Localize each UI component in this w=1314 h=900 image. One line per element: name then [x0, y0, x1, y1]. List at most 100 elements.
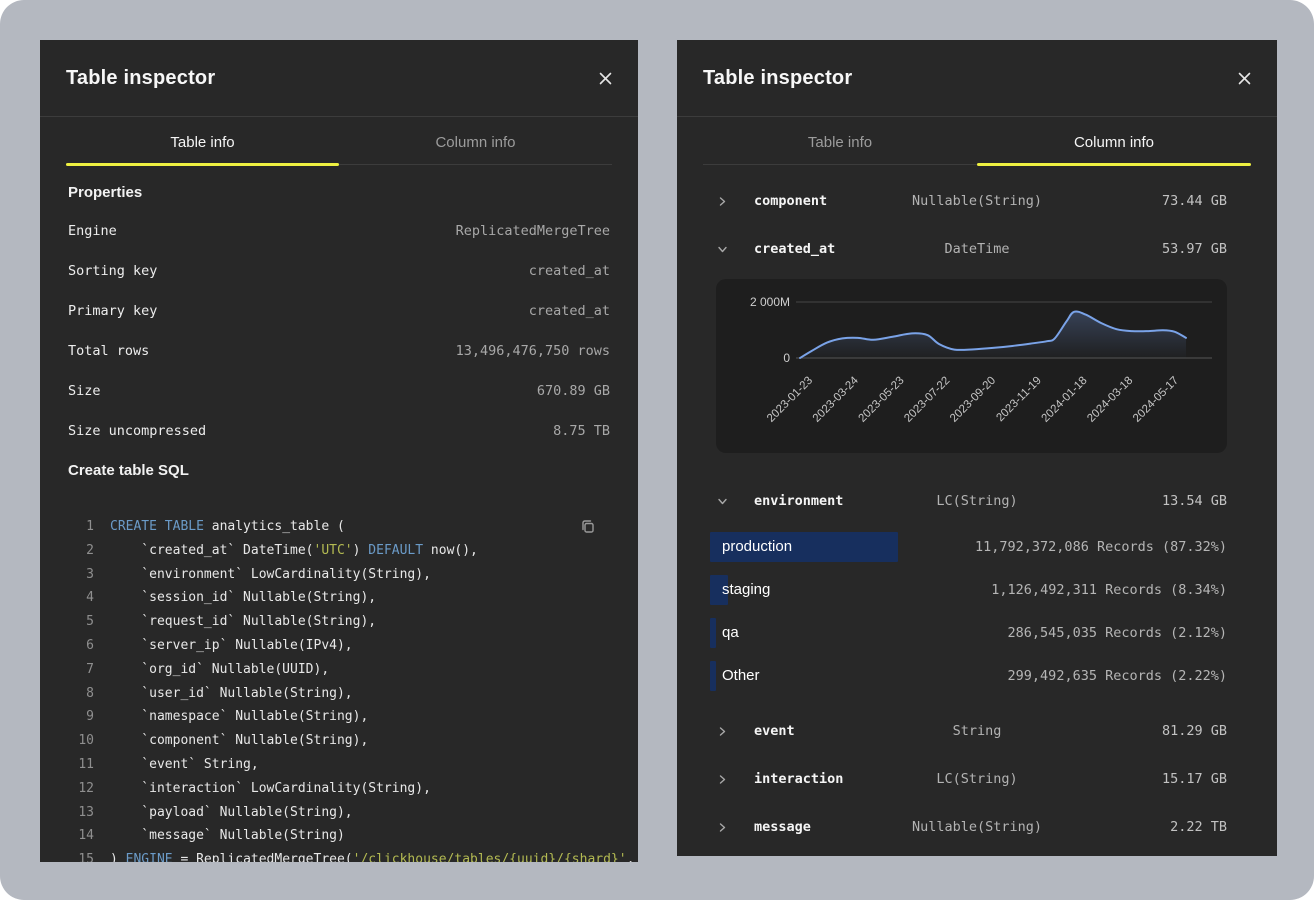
sql-code-block: 1CREATE TABLE analytics_table (2 `create…	[68, 515, 610, 862]
x-tick-label: 2023-03-24	[811, 374, 862, 425]
column-size: 73.44 GB	[1162, 193, 1227, 209]
tab-column-info[interactable]: Column info	[977, 117, 1251, 164]
line-number: 5	[68, 610, 94, 634]
value-records: 11,792,372,086 Records (87.32%)	[975, 539, 1227, 555]
column-name: event	[754, 723, 795, 739]
tab-table-info[interactable]: Table info	[66, 117, 339, 164]
value-label: staging	[710, 581, 770, 598]
value-records: 286,545,035 Records (2.12%)	[1008, 625, 1227, 641]
property-row-total-rows: Total rows 13,496,476,750 rows	[68, 331, 610, 371]
value-records: 299,492,635 Records (2.22%)	[1008, 668, 1227, 684]
chevron-right-icon	[717, 196, 728, 207]
chevron-right-icon	[717, 726, 728, 737]
value-label: production	[710, 538, 792, 555]
sql-line: 10 `component` Nullable(String),	[68, 729, 610, 753]
value-records: 1,126,492,311 Records (8.34%)	[991, 582, 1227, 598]
column-name: component	[754, 193, 827, 209]
property-label: Primary key	[68, 303, 157, 319]
tab-column-info[interactable]: Column info	[339, 117, 612, 164]
chart-area-fill	[800, 311, 1186, 358]
create-table-sql-heading: Create table SQL	[68, 461, 610, 481]
line-number: 2	[68, 539, 94, 563]
x-tick-label: 2023-09-20	[948, 375, 998, 425]
column-size: 53.97 GB	[1162, 241, 1227, 257]
y-tick-max: 2 000M	[750, 295, 790, 309]
property-label: Engine	[68, 223, 117, 239]
column-row-message[interactable]: message Nullable(String) 2.22 TB	[677, 803, 1277, 851]
line-number: 6	[68, 634, 94, 658]
copy-icon	[579, 518, 596, 535]
property-label: Sorting key	[68, 263, 157, 279]
column-size: 81.29 GB	[1162, 723, 1227, 739]
x-tick-label: 2023-11-19	[994, 375, 1043, 424]
sql-line: 4 `session_id` Nullable(String),	[68, 586, 610, 610]
tab-bar: Table info Column info	[66, 117, 612, 165]
column-row-event[interactable]: event String 81.29 GB	[677, 707, 1277, 755]
x-tick-label: 2024-05-17	[1131, 375, 1181, 425]
line-number: 15	[68, 848, 94, 862]
env-value-row-qa: qa 286,545,035 Records (2.12%)	[677, 611, 1277, 654]
property-label: Total rows	[68, 343, 149, 359]
tab-bar: Table info Column info	[703, 117, 1251, 165]
column-name: created_at	[754, 241, 835, 257]
property-row-sorting-key: Sorting key created_at	[68, 251, 610, 291]
sql-line: 8 `user_id` Nullable(String),	[68, 682, 610, 706]
env-value-row-staging: staging 1,126,492,311 Records (8.34%)	[677, 568, 1277, 611]
line-number: 8	[68, 682, 94, 706]
column-size: 13.54 GB	[1162, 493, 1227, 509]
column-row-created-at[interactable]: created_at DateTime 53.97 GB	[677, 225, 1277, 273]
y-tick-zero: 0	[783, 351, 790, 365]
chevron-right-icon	[717, 822, 728, 833]
sql-code: 1CREATE TABLE analytics_table (2 `create…	[68, 515, 610, 862]
x-tick-label: 2023-05-23	[857, 375, 907, 425]
dialog-header: Table inspector	[677, 40, 1277, 117]
sql-line: 2 `created_at` DateTime('UTC') DEFAULT n…	[68, 539, 610, 563]
value-bar-container: staging	[710, 575, 991, 605]
copy-sql-button[interactable]	[574, 513, 600, 539]
line-number: 1	[68, 515, 94, 539]
x-tick-label: 2024-01-18	[1040, 375, 1090, 425]
close-button[interactable]	[1229, 63, 1259, 93]
x-tick-label: 2023-07-22	[902, 375, 952, 425]
tab-table-info[interactable]: Table info	[703, 117, 977, 164]
property-label: Size uncompressed	[68, 423, 206, 439]
table-info-content: Properties Engine ReplicatedMergeTree So…	[40, 183, 638, 862]
line-number: 11	[68, 753, 94, 777]
sql-line: 14 `message` Nullable(String)	[68, 824, 610, 848]
sql-line: 15) ENGINE = ReplicatedMergeTree('/click…	[68, 848, 610, 862]
property-value: 13,496,476,750 rows	[456, 343, 610, 359]
property-label: Size	[68, 383, 101, 399]
column-name: message	[754, 819, 811, 835]
property-row-engine: Engine ReplicatedMergeTree	[68, 211, 610, 251]
chevron-down-icon	[717, 244, 728, 255]
app-background: Table inspector Table info Column info P…	[0, 0, 1314, 900]
value-bar-container: Other	[710, 661, 1008, 691]
column-row-environment[interactable]: environment LC(String) 13.54 GB	[677, 477, 1277, 525]
line-number: 14	[68, 824, 94, 848]
column-row-component[interactable]: component Nullable(String) 73.44 GB	[677, 177, 1277, 225]
column-row-interaction[interactable]: interaction LC(String) 15.17 GB	[677, 755, 1277, 803]
dialog-title: Table inspector	[66, 67, 215, 90]
close-icon	[1237, 71, 1252, 86]
value-label: qa	[710, 624, 739, 641]
property-value: 8.75 TB	[553, 423, 610, 439]
property-value: created_at	[529, 263, 610, 279]
dialog-header: Table inspector	[40, 40, 638, 117]
line-number: 12	[68, 777, 94, 801]
value-bar-container: qa	[710, 618, 1008, 648]
sql-line: 12 `interaction` LowCardinality(String),	[68, 777, 610, 801]
line-number: 13	[68, 801, 94, 825]
property-value: 670.89 GB	[537, 383, 610, 399]
line-number: 7	[68, 658, 94, 682]
env-value-row-production: production 11,792,372,086 Records (87.32…	[677, 525, 1277, 568]
close-button[interactable]	[590, 63, 620, 93]
x-tick-label: 2024-03-18	[1085, 375, 1135, 425]
properties-heading: Properties	[68, 183, 610, 203]
line-number: 9	[68, 705, 94, 729]
close-icon	[598, 71, 613, 86]
chevron-right-icon	[717, 774, 728, 785]
line-number: 4	[68, 586, 94, 610]
area-chart: 2 000M 0 2023-01-232023-03-242023-05-232…	[716, 279, 1227, 453]
table-inspector-dialog-column-info: Table inspector Table info Column info c…	[677, 40, 1277, 856]
property-value: ReplicatedMergeTree	[456, 223, 610, 239]
